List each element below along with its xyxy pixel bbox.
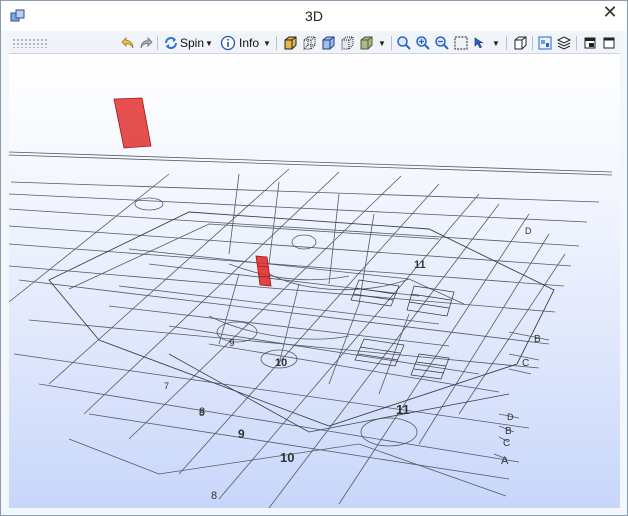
grid-label: 11: [414, 259, 426, 271]
pointer-dropdown-chevron-icon[interactable]: ▼: [491, 34, 501, 52]
zoom-in-icon[interactable]: [414, 34, 431, 52]
grid-label: 8: [211, 490, 217, 502]
info-icon[interactable]: [219, 34, 236, 52]
undo-icon[interactable]: [119, 34, 136, 52]
restore-view-icon[interactable]: [581, 34, 598, 52]
pan-pointer-icon[interactable]: [471, 34, 488, 52]
close-button[interactable]: ✕: [593, 1, 627, 25]
toolbar-separator: [506, 36, 507, 50]
toolbar-separator: [532, 36, 533, 50]
info-dropdown-chevron-icon[interactable]: ▼: [262, 34, 272, 52]
title-bar: 3D ✕: [1, 1, 627, 31]
toolbar-separator: [276, 36, 277, 50]
grid-label: 9: [229, 338, 235, 349]
3d-viewport[interactable]: 11 10 9 8 7 11 10 9 8 8 B C D A B C D: [9, 54, 620, 508]
toolbar-grip-icon[interactable]: [12, 38, 48, 48]
render-dropdown-chevron-icon[interactable]: ▼: [377, 34, 387, 52]
grid-label: 10: [280, 450, 294, 465]
parallel-projection-icon[interactable]: [511, 34, 528, 52]
wireframe-box-icon[interactable]: [300, 34, 317, 52]
solid-green-box-icon[interactable]: [357, 34, 374, 52]
model-wireframe: 11 10 9 8 7 11 10 9 8 8 B C D A B C D: [9, 97, 613, 508]
grid-label: 8: [199, 406, 205, 418]
3d-window: 3D ✕ Spin ▼ Info ▼ ▼ ▼ 11 10 9 8 7 11 10…: [0, 0, 628, 516]
toolbar-separator: [391, 36, 392, 50]
zoom-window-icon[interactable]: [452, 34, 469, 52]
grid-label: 10: [275, 357, 287, 369]
grid-label: 7: [164, 381, 169, 391]
spin-dropdown-chevron-icon[interactable]: ▼: [204, 34, 214, 52]
toolbar: Spin ▼ Info ▼ ▼ ▼: [9, 33, 620, 54]
spin-icon[interactable]: [162, 34, 179, 52]
spin-label[interactable]: Spin: [180, 34, 204, 52]
grid-label: 9: [238, 427, 245, 441]
grid-label: C: [503, 438, 510, 449]
grid-label: B: [505, 426, 512, 437]
dotted-box-icon[interactable]: [338, 34, 355, 52]
maximize-view-icon[interactable]: [600, 34, 617, 52]
view-select-icon[interactable]: [536, 34, 553, 52]
grid-label: A: [501, 455, 509, 467]
toolbar-separator: [157, 36, 158, 50]
grid-label: 11: [396, 402, 410, 417]
hidden-line-box-icon[interactable]: [319, 34, 336, 52]
magnify-icon[interactable]: [395, 34, 412, 52]
grid-label: B: [534, 334, 541, 345]
grid-label: D: [525, 226, 532, 236]
shaded-box-icon[interactable]: [281, 34, 298, 52]
grid-label: D: [507, 412, 514, 422]
grid-label: C: [522, 358, 529, 369]
redo-icon[interactable]: [137, 34, 154, 52]
layers-icon[interactable]: [555, 34, 572, 52]
toolbar-separator: [576, 36, 577, 50]
info-label[interactable]: Info: [237, 34, 261, 52]
window-title: 3D: [305, 8, 323, 24]
zoom-out-icon[interactable]: [433, 34, 450, 52]
